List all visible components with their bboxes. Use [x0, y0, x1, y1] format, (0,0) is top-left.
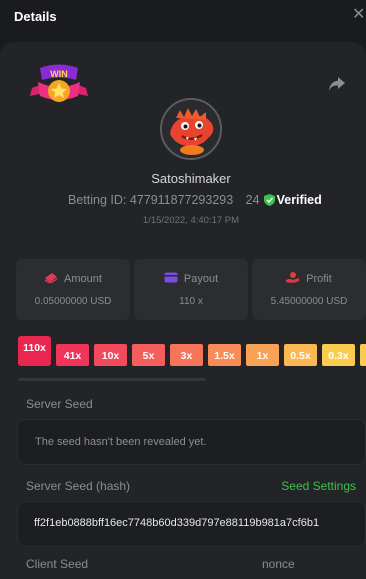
stat-amount-value: 0.05000000 USD — [34, 296, 112, 307]
seed-settings-link[interactable]: Seed Settings — [281, 479, 356, 493]
server-seed-hash-field[interactable]: ff2f1eb0888bff16ec7748b60d339d797e88119b… — [17, 501, 366, 547]
multiplier-chip[interactable] — [360, 344, 366, 366]
betting-id-line: Betting ID: 477911877293293 24 Verified — [68, 193, 322, 207]
multiplier-label: 41x — [63, 350, 82, 362]
stat-profit: Profit 5.45000000 USD — [252, 259, 366, 320]
server-seed-value: The seed hasn't been revealed yet. — [35, 436, 207, 448]
dragon-avatar-icon — [162, 100, 220, 158]
svg-text:WIN: WIN — [50, 69, 68, 79]
multiplier-label: 10x — [101, 350, 120, 362]
multiplier-label: 5x — [142, 350, 155, 362]
details-title: Details — [14, 9, 57, 24]
stat-payout: Payout 110 x — [134, 259, 248, 320]
multiplier-chip[interactable]: 1.5x — [208, 344, 241, 366]
multiplier-chip[interactable]: 1x — [246, 344, 279, 366]
coin-stack-icon — [44, 273, 58, 283]
betting-id: Betting ID: 477911877293293 24 — [68, 193, 260, 207]
server-seed-hash-label: Server Seed (hash) — [26, 479, 131, 493]
multiplier-chip[interactable]: 5x — [132, 344, 165, 366]
multiplier-chip[interactable]: 0.5x — [284, 344, 317, 366]
multiplier-label: 3x — [180, 350, 193, 362]
coins-hand-icon — [286, 272, 300, 283]
stat-profit-value: 5.45000000 USD — [270, 296, 348, 307]
multiplier-chip[interactable]: 3x — [170, 344, 203, 366]
client-seed-label: Client Seed — [26, 557, 89, 571]
multiplier-label: 0.3x — [328, 350, 349, 362]
win-badge-icon: WIN — [30, 64, 88, 102]
server-seed-hash-value: ff2f1eb0888bff16ec7748b60d339d797e88119b… — [34, 517, 320, 529]
server-seed-field: The seed hasn't been revealed yet. — [17, 419, 366, 465]
multiplier-scrollbar[interactable] — [18, 378, 206, 381]
stat-amount-label: Amount — [64, 273, 102, 285]
multiplier-chip[interactable]: 10x — [94, 344, 127, 366]
multiplier-row: 110x 41x 10x 5x 3x 1.5x 1x 0.5x 0.3x — [18, 336, 366, 382]
share-icon[interactable] — [328, 76, 346, 92]
multiplier-label: 1x — [256, 350, 269, 362]
shield-check-icon — [263, 194, 275, 206]
details-header: Details ✕ — [0, 0, 366, 34]
multiplier-label: 1.5x — [214, 350, 235, 362]
avatar — [160, 98, 222, 160]
nonce-label: nonce — [262, 557, 295, 571]
stat-amount: Amount 0.05000000 USD — [16, 259, 130, 320]
multiplier-chip[interactable]: 0.3x — [322, 344, 355, 366]
stat-payout-value: 110 x — [179, 296, 203, 307]
username: Satoshimaker — [151, 171, 231, 186]
stat-payout-label: Payout — [183, 273, 219, 285]
verified-label: Verified — [276, 193, 322, 207]
server-seed-label: Server Seed — [26, 397, 93, 411]
stat-profit-label: Profit — [306, 273, 332, 285]
multiplier-label: 0.5x — [290, 350, 311, 362]
wallet-icon — [164, 272, 178, 283]
bet-datetime: 1/15/2022, 4:40:17 PM — [142, 215, 240, 226]
multiplier-chip-selected[interactable]: 110x — [18, 336, 51, 366]
multiplier-chip[interactable]: 41x — [56, 344, 89, 366]
multiplier-label: 110x — [23, 342, 46, 354]
close-icon[interactable]: ✕ — [352, 6, 366, 24]
